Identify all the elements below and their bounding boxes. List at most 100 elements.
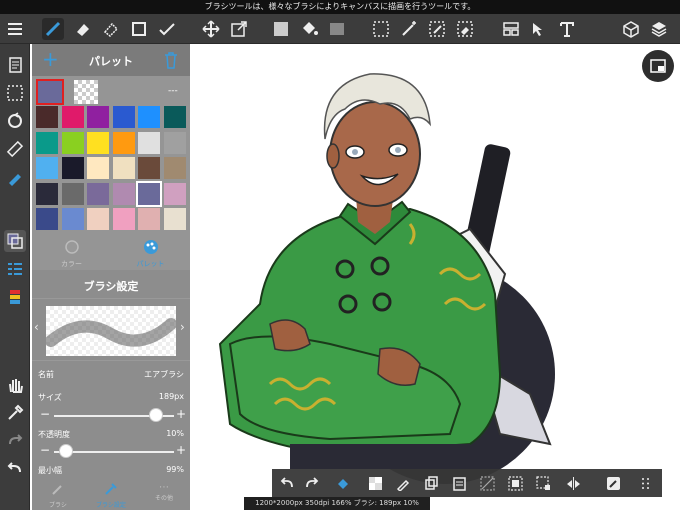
edit-canvas-icon[interactable]	[604, 474, 622, 492]
select-pen-icon[interactable]	[426, 18, 448, 40]
palette-swatch[interactable]	[112, 208, 135, 230]
prev-brush-icon[interactable]: ‹	[34, 320, 39, 334]
frame-divide-icon[interactable]	[500, 18, 522, 40]
tab-palette[interactable]: パレット	[111, 236, 190, 270]
layers-icon[interactable]	[648, 18, 670, 40]
undo-icon[interactable]	[4, 458, 26, 480]
transform-icon[interactable]	[228, 18, 250, 40]
palette-swatch[interactable]	[87, 157, 109, 179]
selection-layer-icon[interactable]	[4, 82, 26, 104]
brush-tab-icon	[52, 485, 62, 495]
selection-icon[interactable]	[370, 18, 392, 40]
palette-swatch[interactable]	[138, 208, 160, 230]
palette-swatch[interactable]	[87, 208, 109, 230]
opacity-decrease-button[interactable]: −	[40, 443, 50, 457]
brush-settings-title: ブラシ設定	[83, 280, 139, 293]
magic-wand-icon[interactable]	[398, 18, 420, 40]
tab-other[interactable]: ⋯ その他	[138, 480, 190, 510]
palette-swatch[interactable]	[61, 131, 84, 154]
palette-swatch[interactable]	[61, 157, 84, 179]
palette-swatch[interactable]	[36, 182, 58, 205]
paste-icon[interactable]	[450, 474, 468, 492]
color-palette-toggle-icon[interactable]	[4, 230, 26, 252]
brush-name-value[interactable]: エアブラシ	[144, 369, 184, 380]
text-tool-icon[interactable]	[556, 18, 578, 40]
size-decrease-button[interactable]: −	[40, 407, 50, 421]
opacity-increase-button[interactable]: +	[176, 443, 186, 457]
menu-icon[interactable]	[4, 18, 26, 40]
operation-icon[interactable]	[528, 18, 550, 40]
palette-swatch[interactable]	[36, 157, 58, 179]
palette-swatch[interactable]	[36, 106, 58, 128]
palette-swatch[interactable]	[61, 182, 84, 205]
transparent-color-swatch[interactable]	[74, 80, 98, 104]
tab-color[interactable]: カラー	[32, 236, 111, 270]
palette-swatch[interactable]	[112, 131, 135, 154]
line-tool-icon[interactable]	[156, 18, 178, 40]
opacity-slider-knob[interactable]	[59, 444, 73, 458]
redo-icon[interactable]	[302, 474, 320, 492]
palette-swatch[interactable]	[87, 182, 109, 205]
palette-swatch[interactable]	[136, 180, 162, 207]
materials-icon[interactable]	[620, 18, 642, 40]
palette-swatch[interactable]	[163, 208, 186, 230]
next-brush-icon[interactable]: ›	[180, 320, 185, 334]
transform-selection-icon[interactable]	[534, 474, 552, 492]
palette-swatch[interactable]	[36, 131, 58, 154]
eraser-outline-icon[interactable]	[100, 18, 122, 40]
palette-swatch[interactable]	[112, 106, 135, 128]
canvas-view-button[interactable]	[642, 50, 674, 82]
pen-stabilizer-icon[interactable]	[4, 166, 26, 188]
palette-swatch[interactable]	[61, 208, 84, 230]
palette-tab-icon	[143, 240, 158, 254]
deselect-icon[interactable]	[478, 474, 496, 492]
gradient-icon[interactable]	[326, 18, 348, 40]
fill-color-icon[interactable]	[270, 18, 292, 40]
eraser-icon[interactable]	[72, 18, 94, 40]
tab-brush-settings[interactable]: ブラシ設定	[84, 480, 138, 510]
palette-swatch[interactable]	[138, 157, 160, 179]
ruler-icon[interactable]	[4, 138, 26, 160]
brush-list-icon[interactable]	[4, 258, 26, 280]
layer-list-icon[interactable]	[4, 286, 26, 308]
clear-layer-icon[interactable]	[366, 474, 384, 492]
move-icon[interactable]	[200, 18, 222, 40]
palette-swatch[interactable]	[138, 131, 160, 154]
palette-swatch[interactable]	[61, 106, 84, 128]
rectangle-tool-icon[interactable]	[128, 18, 150, 40]
select-all-icon[interactable]	[506, 474, 524, 492]
palette-swatch[interactable]	[163, 131, 186, 154]
palette-swatch[interactable]	[112, 182, 135, 205]
redo-icon[interactable]	[4, 430, 26, 452]
eyedropper-icon[interactable]	[4, 402, 26, 424]
palette-swatch[interactable]	[87, 106, 109, 128]
hand-icon[interactable]	[4, 374, 26, 396]
palette-swatch[interactable]	[163, 157, 186, 179]
current-color-swatch[interactable]	[36, 79, 64, 105]
fill-layer-icon[interactable]	[334, 474, 352, 492]
palette-swatch[interactable]	[163, 106, 186, 128]
palette-swatch[interactable]	[112, 157, 135, 179]
palette-header: + パレット	[32, 44, 190, 76]
palette-swatch[interactable]	[138, 106, 160, 128]
trash-icon[interactable]	[164, 51, 178, 69]
undo-icon[interactable]	[278, 474, 296, 492]
tab-brush[interactable]: ブラシ	[32, 480, 84, 510]
brush-tool-icon[interactable]	[42, 18, 64, 40]
more-options-icon[interactable]	[636, 474, 654, 492]
palette-swatch[interactable]	[163, 182, 186, 205]
flip-horizontal-icon[interactable]	[564, 474, 582, 492]
size-increase-button[interactable]: +	[176, 407, 186, 421]
current-color-value: ---	[168, 86, 178, 96]
rotate-canvas-icon[interactable]	[4, 110, 26, 132]
size-slider-knob[interactable]	[149, 408, 163, 422]
document-icon[interactable]	[4, 54, 26, 76]
divider	[32, 360, 190, 361]
select-eraser-icon[interactable]	[454, 18, 476, 40]
color-wheel-icon	[64, 240, 79, 254]
palette-swatch[interactable]	[36, 208, 58, 230]
pen-icon[interactable]	[394, 474, 412, 492]
palette-swatch[interactable]	[87, 131, 109, 154]
bucket-icon[interactable]	[298, 18, 320, 40]
copy-icon[interactable]	[422, 474, 440, 492]
